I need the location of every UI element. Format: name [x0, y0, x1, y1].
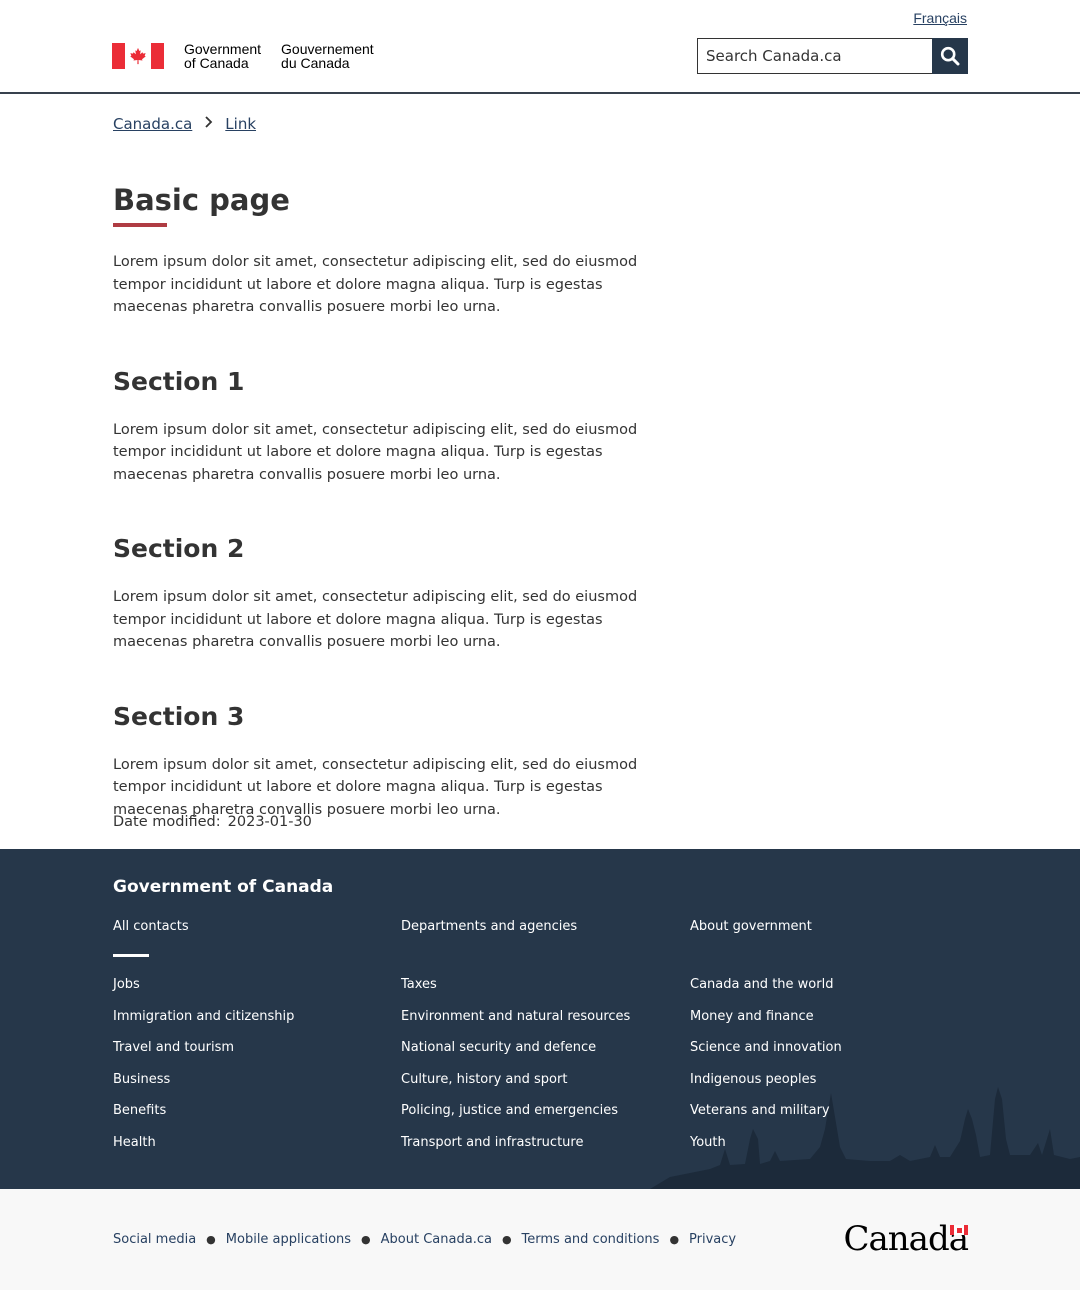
- footer-column-3: About government Canada and the world Mo…: [690, 919, 960, 1166]
- section-3: Section 3 Lorem ipsum dolor sit amet, co…: [113, 702, 673, 822]
- search-form: [697, 38, 968, 74]
- footer-link[interactable]: Canada and the world: [690, 977, 960, 1009]
- footer-title: Government of Canada: [113, 877, 334, 897]
- canada-wordmark: Canada: [844, 1219, 969, 1259]
- government-signature[interactable]: Government of Canada Gouvernement du Can…: [112, 42, 374, 70]
- footer-link[interactable]: National security and defence: [401, 1040, 671, 1072]
- title-underline: [113, 223, 167, 227]
- footer-column-1: All contacts Jobs Immigration and citize…: [113, 919, 383, 1166]
- footer-sub-link[interactable]: About Canada.ca: [381, 1232, 492, 1247]
- breadcrumb: Canada.ca Link: [113, 115, 256, 133]
- bullet-separator: ●: [361, 1233, 371, 1246]
- search-button[interactable]: [932, 38, 968, 74]
- section-paragraph: Lorem ipsum dolor sit amet, consectetur …: [113, 589, 638, 650]
- footer-sub-link[interactable]: Privacy: [689, 1232, 736, 1247]
- signature-french: Gouvernement du Canada: [281, 41, 374, 71]
- header-divider: [0, 92, 1080, 94]
- date-modified: Date modified: 2023-01-30: [113, 814, 312, 830]
- section-heading: Section 3: [113, 701, 245, 731]
- footer-main: Government of Canada All contacts Jobs I…: [0, 849, 1080, 1189]
- language-toggle-link[interactable]: Français: [913, 10, 967, 26]
- bullet-separator: ●: [669, 1233, 680, 1246]
- bullet-separator: ●: [501, 1233, 512, 1246]
- footer-link[interactable]: Youth: [690, 1135, 960, 1167]
- section-2: Section 2 Lorem ipsum dolor sit amet, co…: [113, 534, 673, 654]
- footer-link[interactable]: Veterans and military: [690, 1103, 960, 1135]
- footer-link-departments[interactable]: Departments and agencies: [401, 919, 671, 935]
- footer-link[interactable]: Taxes: [401, 977, 671, 1009]
- breadcrumb-link-2[interactable]: Link: [225, 115, 256, 133]
- footer-link[interactable]: Culture, history and sport: [401, 1072, 671, 1104]
- canada-flag-icon: [950, 1225, 968, 1235]
- footer-sub-links: Social media ● Mobile applications ● Abo…: [113, 1232, 736, 1247]
- signature-english: Government of Canada: [184, 41, 262, 71]
- main-content: Basic page Lorem ipsum dolor sit amet, c…: [113, 183, 673, 821]
- footer-link[interactable]: Indigenous peoples: [690, 1072, 960, 1104]
- footer-link[interactable]: Immigration and citizenship: [113, 1009, 383, 1041]
- footer-separator: [113, 954, 149, 957]
- footer-link[interactable]: Travel and tourism: [113, 1040, 383, 1072]
- intro-paragraph: Lorem ipsum dolor sit amet, consectetur …: [113, 254, 638, 315]
- footer-link[interactable]: Business: [113, 1072, 383, 1104]
- breadcrumb-link-home[interactable]: Canada.ca: [113, 115, 192, 133]
- footer-link-about-government[interactable]: About government: [690, 919, 960, 935]
- section-paragraph: Lorem ipsum dolor sit amet, consectetur …: [113, 756, 638, 818]
- canada-flag-icon: [112, 43, 164, 69]
- footer-sub: Social media ● Mobile applications ● Abo…: [0, 1189, 1080, 1290]
- section-1: Section 1 Lorem ipsum dolor sit amet, co…: [113, 367, 673, 487]
- date-modified-label: Date modified:: [113, 814, 221, 830]
- footer-link[interactable]: Jobs: [113, 977, 383, 1009]
- footer-link[interactable]: Environment and natural resources: [401, 1009, 671, 1041]
- date-modified-value: 2023-01-30: [227, 814, 312, 830]
- footer-sub-link[interactable]: Terms and conditions: [522, 1232, 660, 1247]
- footer-link[interactable]: Science and innovation: [690, 1040, 960, 1072]
- bullet-separator: ●: [206, 1233, 216, 1246]
- footer-link[interactable]: Health: [113, 1135, 383, 1167]
- section-heading: Section 1: [113, 366, 245, 396]
- footer-link[interactable]: Benefits: [113, 1103, 383, 1135]
- footer-link-all-contacts[interactable]: All contacts: [113, 919, 383, 935]
- footer-link[interactable]: Money and finance: [690, 1009, 960, 1041]
- footer-sub-link[interactable]: Social media: [113, 1232, 196, 1247]
- footer-link[interactable]: Transport and infrastructure: [401, 1135, 671, 1167]
- footer-sub-link[interactable]: Mobile applications: [226, 1232, 351, 1247]
- section-paragraph: Lorem ipsum dolor sit amet, consectetur …: [113, 421, 638, 483]
- chevron-right-icon: [204, 116, 213, 132]
- footer-link[interactable]: Policing, justice and emergencies: [401, 1103, 671, 1135]
- page-title: Basic page: [113, 183, 290, 217]
- search-icon: [940, 46, 960, 66]
- footer-column-2: Departments and agencies Taxes Environme…: [401, 919, 671, 1166]
- section-heading: Section 2: [113, 534, 245, 563]
- search-input[interactable]: [697, 38, 932, 74]
